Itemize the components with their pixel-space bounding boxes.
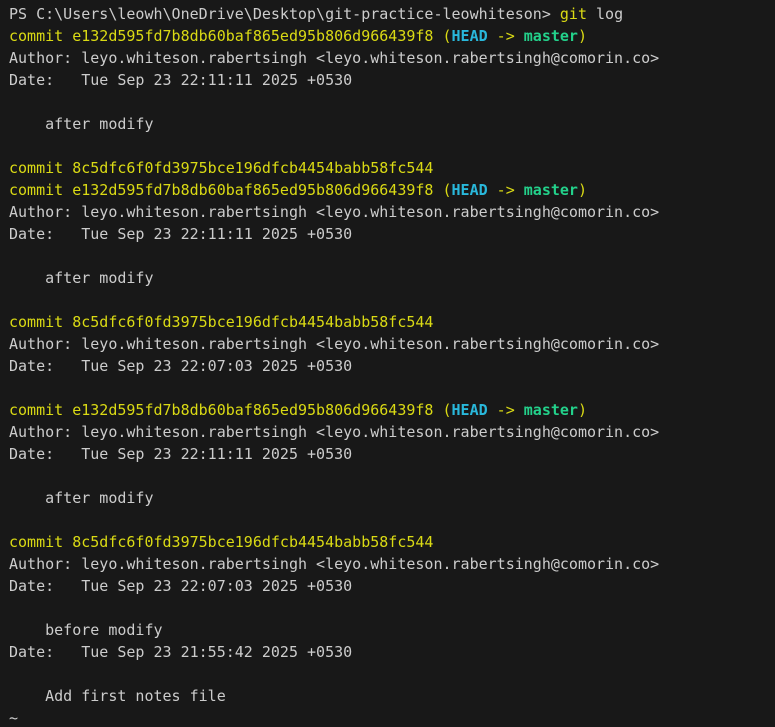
terminal-line <box>9 377 775 399</box>
text-segment: master <box>524 181 578 199</box>
terminal-line: ~ <box>9 707 775 727</box>
terminal-line: Date: Tue Sep 23 22:11:11 2025 +0530 <box>9 443 775 465</box>
text-segment: commit 8c5dfc6f0fd3975bce196dfcb4454babb… <box>9 159 433 177</box>
text-segment: Author: leyo.whiteson.rabertsingh <leyo.… <box>9 203 659 221</box>
terminal-line <box>9 509 775 531</box>
terminal-line: Author: leyo.whiteson.rabertsingh <leyo.… <box>9 553 775 575</box>
terminal-line: Date: Tue Sep 23 22:11:11 2025 +0530 <box>9 223 775 245</box>
terminal-line <box>9 91 775 113</box>
text-segment: after modify <box>9 115 154 133</box>
text-segment: git <box>560 5 587 23</box>
text-segment: log <box>587 5 623 23</box>
text-segment: commit 8c5dfc6f0fd3975bce196dfcb4454babb… <box>9 313 433 331</box>
terminal-output: PS C:\Users\leowh\OneDrive\Desktop\git-p… <box>0 0 775 727</box>
text-segment: ) <box>578 401 587 419</box>
terminal-line: Date: Tue Sep 23 22:11:11 2025 +0530 <box>9 69 775 91</box>
text-segment: -> <box>488 27 524 45</box>
text-segment: HEAD <box>452 181 488 199</box>
text-segment: Date: Tue Sep 23 22:11:11 2025 +0530 <box>9 445 352 463</box>
terminal-line: commit 8c5dfc6f0fd3975bce196dfcb4454babb… <box>9 311 775 333</box>
text-segment: Date: Tue Sep 23 21:55:42 2025 +0530 <box>9 643 352 661</box>
text-segment: HEAD <box>452 27 488 45</box>
text-segment: Date: Tue Sep 23 22:07:03 2025 +0530 <box>9 357 352 375</box>
terminal-line <box>9 245 775 267</box>
terminal-line: Date: Tue Sep 23 22:07:03 2025 +0530 <box>9 355 775 377</box>
text-segment: Author: leyo.whiteson.rabertsingh <leyo.… <box>9 49 659 67</box>
text-segment: ) <box>578 181 587 199</box>
text-segment: master <box>524 27 578 45</box>
terminal-line: Author: leyo.whiteson.rabertsingh <leyo.… <box>9 333 775 355</box>
terminal-line: after modify <box>9 113 775 135</box>
text-segment: Author: leyo.whiteson.rabertsingh <leyo.… <box>9 555 659 573</box>
text-segment: commit 8c5dfc6f0fd3975bce196dfcb4454babb… <box>9 533 433 551</box>
terminal-line <box>9 135 775 157</box>
text-segment: Date: Tue Sep 23 22:11:11 2025 +0530 <box>9 225 352 243</box>
text-segment: ~ <box>9 709 18 727</box>
terminal-line: Date: Tue Sep 23 22:07:03 2025 +0530 <box>9 575 775 597</box>
terminal-line: Add first notes file <box>9 685 775 707</box>
terminal-line: after modify <box>9 267 775 289</box>
terminal-line <box>9 597 775 619</box>
text-segment: Add first notes file <box>9 687 226 705</box>
text-segment: before modify <box>9 621 163 639</box>
text-segment: Author: leyo.whiteson.rabertsingh <leyo.… <box>9 423 659 441</box>
text-segment: -> <box>488 401 524 419</box>
text-segment: master <box>524 401 578 419</box>
terminal-line: before modify <box>9 619 775 641</box>
text-segment: Date: Tue Sep 23 22:11:11 2025 +0530 <box>9 71 352 89</box>
terminal-line: commit e132d595fd7b8db60baf865ed95b806d9… <box>9 399 775 421</box>
terminal-line: commit e132d595fd7b8db60baf865ed95b806d9… <box>9 25 775 47</box>
text-segment: -> <box>488 181 524 199</box>
text-segment: commit e132d595fd7b8db60baf865ed95b806d9… <box>9 181 452 199</box>
terminal-line: Author: leyo.whiteson.rabertsingh <leyo.… <box>9 47 775 69</box>
text-segment: Author: leyo.whiteson.rabertsingh <leyo.… <box>9 335 659 353</box>
terminal-line: commit 8c5dfc6f0fd3975bce196dfcb4454babb… <box>9 157 775 179</box>
terminal-line <box>9 289 775 311</box>
text-segment: commit e132d595fd7b8db60baf865ed95b806d9… <box>9 401 452 419</box>
terminal-line: Author: leyo.whiteson.rabertsingh <leyo.… <box>9 421 775 443</box>
text-segment: commit e132d595fd7b8db60baf865ed95b806d9… <box>9 27 452 45</box>
terminal-line: after modify <box>9 487 775 509</box>
terminal-line: Date: Tue Sep 23 21:55:42 2025 +0530 <box>9 641 775 663</box>
text-segment: HEAD <box>452 401 488 419</box>
text-segment: PS C:\Users\leowh\OneDrive\Desktop\git-p… <box>9 5 560 23</box>
text-segment: Date: Tue Sep 23 22:07:03 2025 +0530 <box>9 577 352 595</box>
terminal-line: Author: leyo.whiteson.rabertsingh <leyo.… <box>9 201 775 223</box>
text-segment: after modify <box>9 269 154 287</box>
terminal-line: PS C:\Users\leowh\OneDrive\Desktop\git-p… <box>9 3 775 25</box>
terminal-line: commit e132d595fd7b8db60baf865ed95b806d9… <box>9 179 775 201</box>
terminal-line: commit 8c5dfc6f0fd3975bce196dfcb4454babb… <box>9 531 775 553</box>
text-segment: ) <box>578 27 587 45</box>
terminal-line <box>9 663 775 685</box>
text-segment: after modify <box>9 489 154 507</box>
terminal-line <box>9 465 775 487</box>
